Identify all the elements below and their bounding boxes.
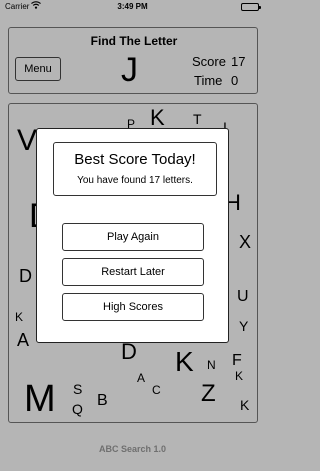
board-letter[interactable]: K bbox=[150, 107, 165, 129]
board-letter[interactable]: T bbox=[193, 112, 202, 126]
result-dialog: Best Score Today! You have found 17 lett… bbox=[36, 128, 229, 343]
app-version-label: ABC Search 1.0 bbox=[98, 444, 167, 454]
high-scores-button[interactable]: High Scores bbox=[62, 293, 204, 321]
board-letter[interactable]: D bbox=[121, 341, 137, 363]
clock: 3:49 PM bbox=[117, 2, 148, 11]
board-letter[interactable]: N bbox=[207, 359, 216, 371]
board-letter[interactable]: A bbox=[137, 372, 145, 384]
board-letter[interactable]: K bbox=[240, 398, 249, 412]
board-letter[interactable]: U bbox=[237, 289, 249, 305]
board-letter[interactable]: K bbox=[15, 311, 23, 323]
board-letter[interactable]: B bbox=[97, 393, 108, 409]
board-letter[interactable]: V bbox=[17, 126, 37, 156]
board-letter[interactable]: D bbox=[19, 267, 32, 285]
dialog-header: Best Score Today! You have found 17 lett… bbox=[53, 142, 217, 196]
restart-later-button[interactable]: Restart Later bbox=[62, 258, 204, 286]
dialog-title: Best Score Today! bbox=[74, 151, 196, 168]
score-label: Score bbox=[192, 54, 226, 69]
board-letter[interactable]: K bbox=[175, 348, 194, 376]
game-title: Find The Letter bbox=[90, 34, 178, 48]
board-letter[interactable]: X bbox=[239, 233, 251, 251]
time-label: Time bbox=[194, 73, 223, 88]
score-value: 17 bbox=[231, 54, 246, 69]
board-letter[interactable]: S bbox=[73, 382, 82, 396]
board-letter[interactable]: Q bbox=[72, 402, 83, 416]
board-letter[interactable]: Z bbox=[201, 382, 216, 406]
time-value: 0 bbox=[231, 73, 239, 88]
board-letter[interactable]: A bbox=[17, 331, 29, 349]
board-letter[interactable]: F bbox=[232, 353, 242, 369]
target-letter: J bbox=[121, 51, 138, 89]
board-letter[interactable]: K bbox=[235, 370, 243, 382]
board-letter[interactable]: M bbox=[24, 380, 56, 418]
menu-button[interactable]: Menu bbox=[15, 57, 61, 81]
board-letter[interactable]: Y bbox=[239, 319, 248, 333]
dialog-message: You have found 17 letters. bbox=[77, 175, 193, 186]
header-panel: Find The Letter Menu J Score 17 Time 0 bbox=[8, 27, 258, 94]
board-letter[interactable]: C bbox=[152, 384, 161, 396]
battery-icon bbox=[241, 3, 261, 11]
play-again-button[interactable]: Play Again bbox=[62, 223, 204, 251]
status-bar: Carrier 3:49 PM bbox=[0, 0, 265, 14]
